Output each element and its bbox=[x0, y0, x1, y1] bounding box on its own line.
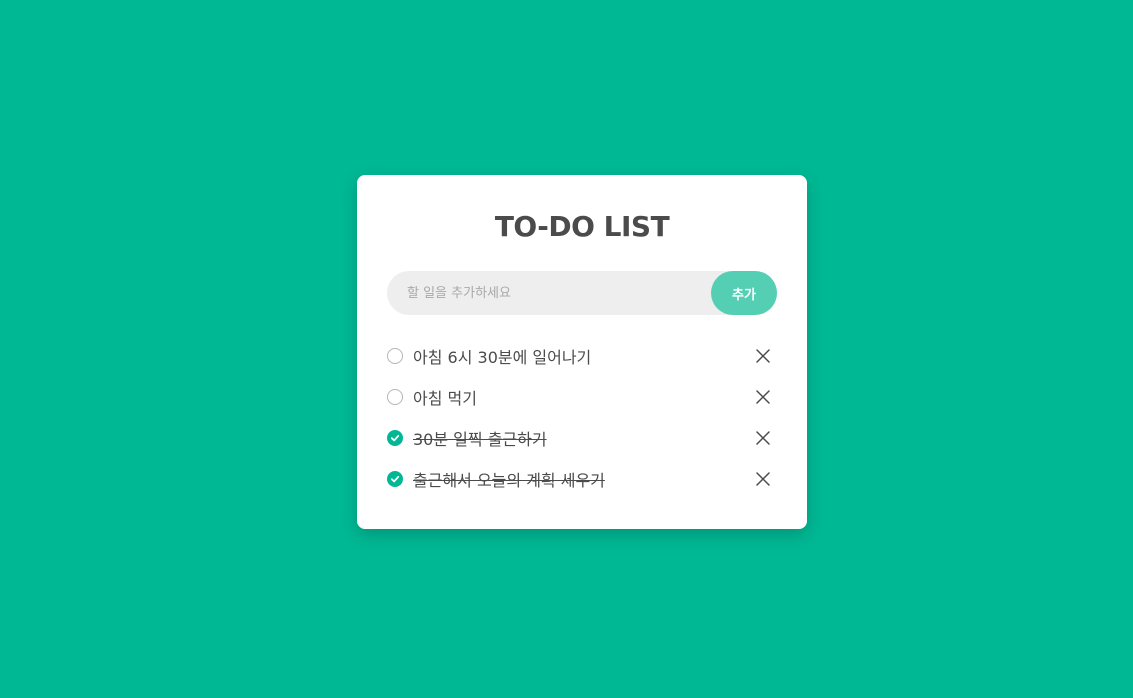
checkbox-unchecked-icon[interactable] bbox=[387, 347, 403, 364]
close-icon bbox=[756, 348, 770, 363]
todo-list: 아침 6시 30분에 일어나기 아침 먹기 30분 일찍 출근하기 출근해서 오… bbox=[387, 335, 777, 499]
todo-text: 30분 일찍 출근하기 bbox=[413, 429, 547, 449]
check-icon bbox=[390, 434, 400, 441]
checkbox-unchecked-icon[interactable] bbox=[387, 388, 403, 405]
checkbox-checked-icon[interactable] bbox=[387, 429, 403, 446]
todo-card: TO-DO LIST 추가 아침 6시 30분에 일어나기 아침 먹기 bbox=[357, 175, 807, 529]
check-icon bbox=[390, 475, 400, 482]
todo-item: 아침 6시 30분에 일어나기 bbox=[387, 335, 777, 376]
delete-button[interactable] bbox=[751, 426, 775, 450]
add-button[interactable]: 추가 bbox=[711, 271, 777, 315]
todo-item: 30분 일찍 출근하기 bbox=[387, 417, 777, 458]
close-icon bbox=[756, 389, 770, 404]
todo-text: 아침 6시 30분에 일어나기 bbox=[413, 347, 592, 367]
page-title: TO-DO LIST bbox=[494, 210, 670, 243]
delete-button[interactable] bbox=[751, 385, 775, 409]
todo-input[interactable] bbox=[387, 271, 707, 315]
todo-text: 출근해서 오늘의 계획 세우기 bbox=[413, 470, 605, 490]
delete-button[interactable] bbox=[751, 467, 775, 491]
delete-button[interactable] bbox=[751, 344, 775, 368]
todo-item: 아침 먹기 bbox=[387, 376, 777, 417]
add-todo-form: 추가 bbox=[387, 271, 777, 315]
close-icon bbox=[756, 471, 770, 486]
todo-item: 출근해서 오늘의 계획 세우기 bbox=[387, 458, 777, 499]
close-icon bbox=[756, 430, 770, 445]
todo-text: 아침 먹기 bbox=[413, 388, 477, 408]
checkbox-checked-icon[interactable] bbox=[387, 470, 403, 487]
